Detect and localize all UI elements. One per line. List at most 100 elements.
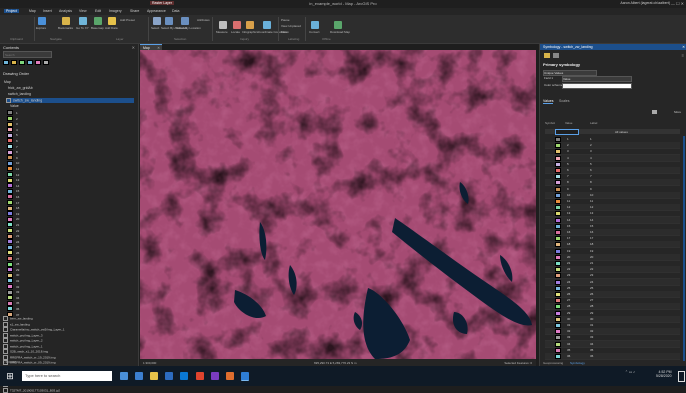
row-label[interactable]: 1 [590, 137, 592, 141]
file-explorer-icon[interactable] [150, 372, 158, 380]
row-label[interactable]: 17 [590, 236, 593, 240]
visibility-checkbox[interactable] [3, 332, 8, 338]
app-icon[interactable] [226, 372, 234, 380]
tab-geoprocessing[interactable]: Geoprocessing [543, 361, 563, 365]
legend-item[interactable]: 20 [7, 216, 19, 222]
legend-item[interactable]: 34 [7, 295, 19, 301]
row-label[interactable]: 36 [590, 354, 593, 358]
all-values-row[interactable]: All values [545, 129, 680, 135]
row-label[interactable]: 14 [590, 218, 593, 222]
tab-share[interactable]: Share [128, 9, 141, 13]
explore-icon[interactable] [38, 17, 46, 25]
locate-icon[interactable] [233, 21, 241, 29]
toc-layer-item[interactable]: S2B_swch_s1_10_2018.img [3, 349, 48, 354]
visibility-checkbox[interactable] [3, 387, 8, 393]
row-label[interactable]: 5 [590, 162, 592, 166]
row-label[interactable]: 9 [590, 187, 592, 191]
more-labeling-button[interactable]: More [281, 30, 288, 34]
user-name[interactable]: Aaron Albert (lagerat.ch/aalbert) [620, 1, 670, 5]
list-by-editing-icon[interactable] [27, 60, 33, 65]
visibility-checkbox[interactable] [3, 338, 8, 343]
tab-appearance[interactable]: Appearance [145, 9, 168, 13]
attributes-button[interactable]: Attributes [197, 18, 210, 22]
toc-layer-item[interactable]: switch_pro/img_Layer_3 [3, 332, 43, 338]
toc-layer-item[interactable]: switch_pro/img_Layer_1 [3, 343, 43, 349]
list-by-selection-icon[interactable] [19, 60, 25, 65]
toc-map-item[interactable]: Map [4, 80, 11, 84]
windows-start-icon[interactable]: ⊞ [5, 371, 15, 381]
legend-item[interactable]: 22 [7, 228, 19, 234]
legend-item[interactable]: 18 [7, 205, 19, 211]
row-label[interactable]: 27 [590, 298, 593, 302]
legend-item[interactable]: 6 [7, 138, 18, 144]
list-by-drawing-order-icon[interactable] [3, 60, 9, 65]
legend-item[interactable]: 32 [7, 284, 19, 290]
tab-edit[interactable]: Edit [93, 9, 103, 13]
toc-layer-item[interactable]: bern_zw_landing [3, 316, 33, 321]
tab-view[interactable]: View [77, 9, 89, 13]
legend-item[interactable]: 8 [7, 149, 18, 155]
window-controls[interactable]: — ☐ ✕ [671, 1, 684, 6]
legend-item[interactable]: 15 [7, 188, 19, 194]
tab-data[interactable]: Data [170, 9, 181, 13]
legend-item[interactable]: 16 [7, 194, 19, 200]
row-label[interactable]: 11 [590, 199, 593, 203]
toc-layer-item[interactable]: switch_pro/img_Layer_2 [3, 338, 43, 343]
toc-layer-item[interactable]: s1_zw_landing [3, 321, 30, 327]
row-label[interactable]: 25 [590, 286, 593, 290]
legend-item[interactable]: 7 [7, 144, 18, 150]
legend-item[interactable]: 24 [7, 239, 19, 245]
tab-values[interactable]: Values [543, 99, 554, 104]
map-view[interactable] [140, 50, 536, 359]
notifications-icon[interactable] [678, 371, 685, 382]
legend-item[interactable]: 3 [7, 121, 18, 127]
row-label[interactable]: 23 [590, 273, 593, 277]
legend-item[interactable]: 27 [7, 256, 19, 262]
more-button[interactable]: More [674, 110, 681, 114]
tab-imagery[interactable]: Imagery [107, 9, 124, 13]
row-label[interactable]: 21 [590, 261, 593, 265]
legend-item[interactable]: 26 [7, 250, 19, 256]
legend-item[interactable]: 19 [7, 211, 19, 217]
app-icon[interactable] [211, 372, 219, 380]
row-label[interactable]: 12 [590, 205, 593, 209]
go-to-xy-icon[interactable] [79, 17, 87, 25]
measure-icon[interactable] [219, 21, 227, 29]
col-symbol[interactable]: Symbol [545, 121, 555, 125]
row-label[interactable]: 24 [590, 280, 593, 284]
all-values-symbol[interactable] [555, 129, 579, 135]
select-icon[interactable] [153, 17, 161, 25]
legend-item[interactable]: 29 [7, 267, 19, 273]
contents-search-input[interactable] [3, 51, 52, 58]
clock[interactable]: 4:52 PM 5/28/2020 [656, 370, 672, 378]
row-label[interactable]: 33 [590, 335, 593, 339]
legend-item[interactable]: 35 [7, 300, 19, 306]
legend-item[interactable]: 2 [7, 116, 18, 122]
infographics-icon[interactable] [246, 21, 254, 29]
masking-icon[interactable] [553, 53, 559, 58]
legend-item[interactable]: 25 [7, 244, 19, 250]
add-data-icon[interactable] [108, 17, 116, 25]
row-label[interactable]: 31 [590, 323, 593, 327]
row-label[interactable]: 26 [590, 292, 593, 296]
list-by-snapping-icon[interactable] [35, 60, 41, 65]
toc-layer-item[interactable]: Ciaramella/mo_switch_zw5/img_Layer_1 [3, 327, 65, 332]
row-label[interactable]: 2 [590, 143, 592, 147]
view-unplaced-button[interactable]: View Unplaced [281, 24, 301, 28]
task-view-icon[interactable] [120, 372, 128, 380]
legend-item[interactable]: 23 [7, 233, 19, 239]
legend-item[interactable]: 4 [7, 127, 18, 133]
legend-item[interactable]: 14 [7, 183, 19, 189]
visibility-checkbox[interactable] [3, 349, 8, 354]
tab-scales[interactable]: Scales [559, 99, 570, 103]
legend-item[interactable]: 28 [7, 261, 19, 267]
add-preset-button[interactable]: Add Preset [120, 18, 135, 22]
legend-item[interactable]: 1 [7, 110, 18, 116]
arcgis-pro-icon[interactable] [241, 372, 249, 381]
table-scrollbar[interactable] [683, 136, 685, 361]
row-label[interactable]: 15 [590, 224, 593, 228]
pane-close-icon[interactable]: ✕ [132, 45, 135, 50]
toc-layer-item-selected[interactable]: switch_zw_landing [6, 98, 134, 103]
visibility-checkbox[interactable] [3, 343, 8, 349]
row-label[interactable]: 29 [590, 311, 593, 315]
